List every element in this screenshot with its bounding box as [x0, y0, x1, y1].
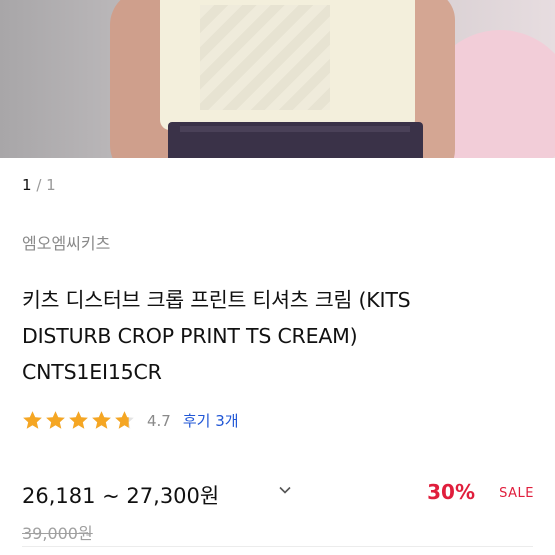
product-image[interactable]: [0, 0, 555, 158]
rating: 4.7 후기 3개: [22, 410, 239, 431]
product-title: 키츠 디스터브 크롭 프린트 티셔츠 크림 (KITS DISTURB CROP…: [22, 282, 537, 390]
star-icon: [22, 410, 43, 431]
star-icon: [68, 410, 89, 431]
rating-stars: [22, 410, 137, 431]
discount-percent: 30%: [427, 480, 475, 504]
image-counter: 1 / 1: [22, 176, 56, 194]
product-title-line-3: CNTS1EI15CR: [22, 360, 162, 384]
rating-score: 4.7: [147, 411, 171, 430]
image-tshirt-print: [200, 5, 330, 110]
star-icon: [45, 410, 66, 431]
price-row: 26,181 ~ 27,300원 30% SALE: [22, 480, 537, 512]
sale-label: SALE: [499, 486, 534, 501]
product-title-line-1: 키츠 디스터브 크롭 프린트 티셔츠 크림 (KITS: [22, 288, 411, 312]
review-count-link[interactable]: 후기 3개: [183, 410, 239, 431]
chevron-down-icon[interactable]: [277, 482, 293, 502]
product-title-line-2: DISTURB CROP PRINT TS CREAM): [22, 324, 358, 348]
image-waistband: [180, 126, 410, 132]
star-icon: [91, 410, 112, 431]
image-counter-separator: /: [36, 176, 42, 194]
divider: [22, 546, 533, 547]
image-counter-current: 1: [22, 176, 32, 194]
original-price: 39,000원: [22, 524, 93, 543]
brand-name[interactable]: 엠오엠씨키츠: [22, 230, 110, 254]
star-icon: [114, 410, 135, 431]
image-counter-total: 1: [46, 176, 56, 194]
price-range: 26,181 ~ 27,300원: [22, 484, 220, 508]
